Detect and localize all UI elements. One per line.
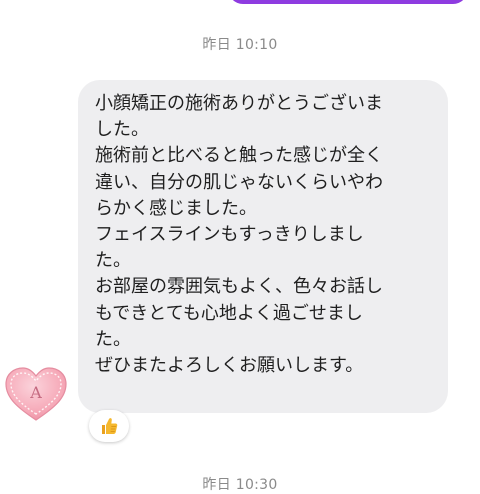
message-line: た。 xyxy=(95,328,131,350)
message-line: 違い、自分の肌じゃないくらいやわ xyxy=(95,171,383,193)
message-timestamp: 昨日 10:10 xyxy=(202,37,278,53)
message-line: た。 xyxy=(95,250,131,272)
sent-message-bubble[interactable] xyxy=(228,0,468,4)
thumbs-up-icon xyxy=(102,418,118,434)
message-line: もできとても心地よく過ごせまし xyxy=(95,302,363,324)
message-text: 小顔矯正の施術ありがとうございま した。 施術前と比べると触った感じが全く 違い… xyxy=(95,91,434,379)
message-line: フェイスラインもすっきりしまし xyxy=(95,224,364,246)
message-line: した。 xyxy=(95,119,149,141)
reaction-badge[interactable] xyxy=(89,410,129,442)
message-timestamp: 昨日 10:30 xyxy=(202,477,278,493)
avatar-letter: A xyxy=(29,383,42,402)
message-line: 小顔矯正の施術ありがとうございま xyxy=(95,93,383,114)
received-message-bubble[interactable]: 小顔矯正の施術ありがとうございま した。 施術前と比べると触った感じが全く 違い… xyxy=(78,80,448,413)
sender-avatar[interactable]: A xyxy=(2,364,70,424)
message-line: らかく感じました。 xyxy=(95,197,257,219)
message-line: ぜひまたよろしくお願いします。 xyxy=(95,355,364,377)
message-line: 施術前と比べると触った感じが全く xyxy=(95,145,383,167)
heart-icon: A xyxy=(5,367,67,421)
message-line: お部屋の雰囲気もよく、色々お話し xyxy=(95,276,383,298)
